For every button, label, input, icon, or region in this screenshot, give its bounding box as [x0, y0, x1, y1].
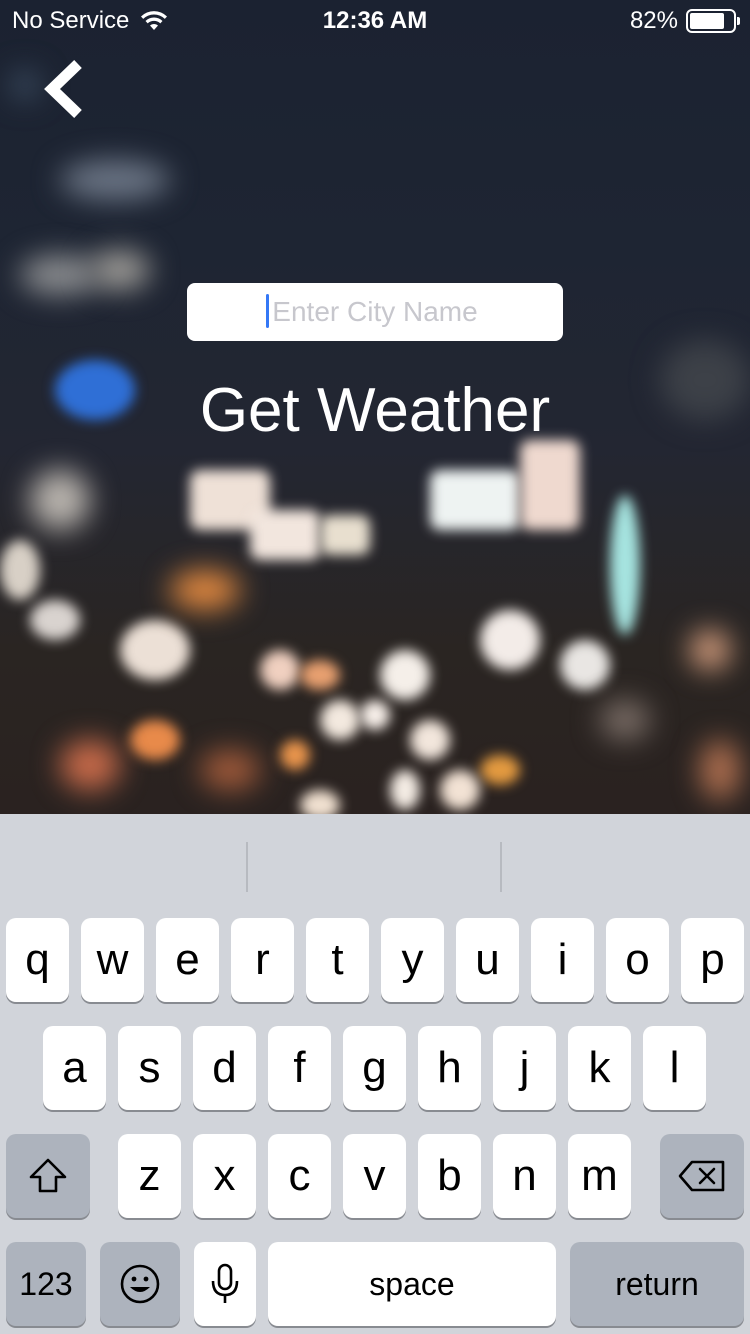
bokeh-light [0, 540, 40, 600]
bokeh-light [10, 70, 40, 100]
key-v[interactable]: v [343, 1134, 406, 1218]
bokeh-light [200, 750, 260, 790]
emoji-key[interactable] [100, 1242, 180, 1326]
space-key[interactable]: space [268, 1242, 556, 1326]
key-k[interactable]: k [568, 1026, 631, 1110]
key-y[interactable]: y [381, 918, 444, 1002]
bokeh-light [280, 740, 310, 770]
bokeh-light [560, 640, 610, 690]
key-j[interactable]: j [493, 1026, 556, 1110]
bokeh-light [360, 700, 390, 730]
key-i[interactable]: i [531, 918, 594, 1002]
key-q[interactable]: q [6, 918, 69, 1002]
bokeh-light [480, 755, 520, 785]
bokeh-light [60, 160, 170, 200]
key-r[interactable]: r [231, 918, 294, 1002]
bokeh-light [120, 620, 190, 680]
key-d[interactable]: d [193, 1026, 256, 1110]
bokeh-light [260, 650, 300, 690]
bokeh-light [60, 740, 120, 790]
key-x[interactable]: x [193, 1134, 256, 1218]
key-s[interactable]: s [118, 1026, 181, 1110]
key-f[interactable]: f [268, 1026, 331, 1110]
key-g[interactable]: g [343, 1026, 406, 1110]
key-e[interactable]: e [156, 918, 219, 1002]
shift-icon [29, 1158, 67, 1193]
key-z[interactable]: z [118, 1134, 181, 1218]
battery-status: 82% [629, 7, 740, 35]
bokeh-light [90, 250, 150, 290]
numbers-key[interactable]: 123 [6, 1242, 86, 1326]
bokeh-light [520, 440, 580, 530]
bokeh-light [410, 720, 450, 760]
keyboard: 123 space return qwertyuiop asdfghjkl zxcv… [0, 814, 750, 1334]
bokeh-light [600, 700, 650, 740]
get-weather-button[interactable]: Get Weather [0, 375, 750, 446]
bokeh-light [440, 770, 480, 810]
bokeh-light [320, 515, 370, 555]
key-a[interactable]: a [43, 1026, 106, 1110]
bokeh-light [300, 790, 340, 814]
key-w[interactable]: w [81, 918, 144, 1002]
backspace-icon [678, 1160, 725, 1192]
key-m[interactable]: m [568, 1134, 631, 1218]
bokeh-light [700, 740, 740, 800]
bokeh-light [300, 660, 340, 690]
bokeh-light [380, 650, 430, 700]
bokeh-light [610, 495, 640, 635]
predictive-divider [500, 842, 502, 892]
predictive-bar [0, 814, 750, 906]
bokeh-light [390, 770, 420, 810]
text-caret [266, 294, 269, 328]
status-bar: No Service 12:36 AM 82% [0, 0, 750, 40]
bokeh-light [30, 470, 90, 530]
battery-percent: 82% [629, 7, 678, 34]
battery-fill [690, 13, 725, 29]
back-button[interactable] [40, 58, 90, 120]
bokeh-light [320, 700, 360, 740]
dictation-key[interactable] [194, 1242, 256, 1326]
bokeh-light [480, 610, 540, 670]
return-key[interactable]: return [570, 1242, 744, 1326]
microphone-icon [211, 1263, 239, 1303]
emoji-icon [120, 1264, 160, 1304]
chevron-left-icon [44, 60, 82, 118]
predictive-divider [246, 842, 248, 892]
city-name-input[interactable] [187, 283, 563, 341]
key-l[interactable]: l [643, 1026, 706, 1110]
key-p[interactable]: p [681, 918, 744, 1002]
shift-key[interactable] [6, 1134, 90, 1218]
key-t[interactable]: t [306, 918, 369, 1002]
bokeh-light [30, 600, 80, 640]
battery-icon [686, 9, 740, 33]
delete-key[interactable] [660, 1134, 744, 1218]
bokeh-light [430, 470, 520, 530]
key-h[interactable]: h [418, 1026, 481, 1110]
bokeh-light [250, 510, 320, 560]
key-u[interactable]: u [456, 918, 519, 1002]
key-o[interactable]: o [606, 918, 669, 1002]
key-c[interactable]: c [268, 1134, 331, 1218]
bokeh-light [20, 255, 100, 295]
bokeh-light [130, 720, 180, 760]
key-b[interactable]: b [418, 1134, 481, 1218]
bokeh-light [690, 630, 730, 670]
key-n[interactable]: n [493, 1134, 556, 1218]
bokeh-light [170, 570, 240, 610]
